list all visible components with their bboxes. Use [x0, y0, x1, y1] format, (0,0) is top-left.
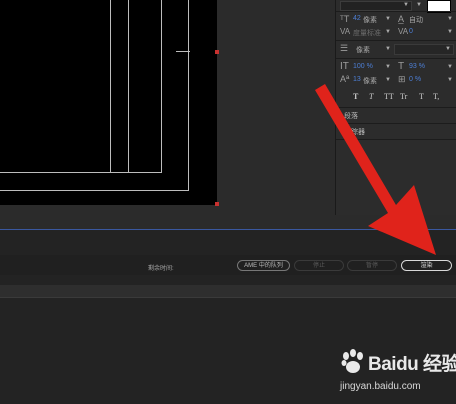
baidu-watermark: Baidu 经验 jingyan.baidu.com: [338, 345, 456, 400]
annotation-arrow-icon: [315, 84, 436, 255]
watermark-text: Baidu 经验: [368, 354, 456, 375]
paw-logo-icon: [341, 349, 363, 373]
watermark-url: jingyan.baidu.com: [340, 381, 421, 392]
